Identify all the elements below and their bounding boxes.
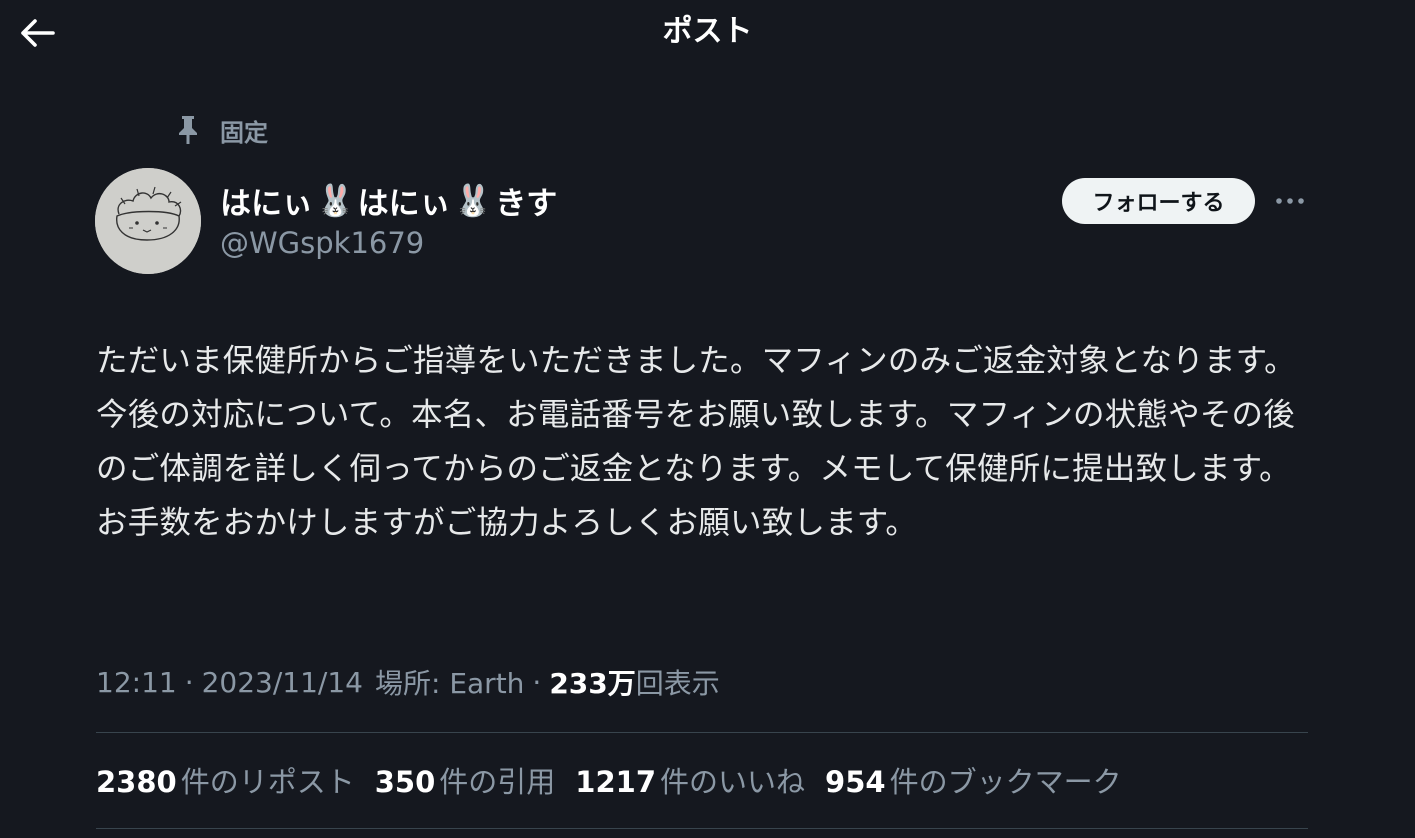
top-bar: ポスト	[0, 0, 1415, 66]
author-display-name[interactable]: はにぃ 🐰 はにぃ 🐰 きす	[220, 178, 557, 222]
views-count: 233万	[549, 667, 636, 700]
divider	[96, 732, 1308, 733]
engagement-stats: 2380 件のリポスト 350 件の引用 1217 件のいいね 954 件のブッ…	[96, 756, 1142, 804]
bookmarks-label: 件のブックマーク	[889, 765, 1122, 799]
reposts-stat[interactable]: 2380 件のリポスト	[96, 759, 355, 801]
bookmarks-stat[interactable]: 954 件のブックマーク	[825, 759, 1122, 801]
divider	[96, 828, 1308, 829]
avatar[interactable]	[95, 168, 201, 274]
post-text: ただいま保健所からご指導をいただきました。マフィンのみご返金対象となります。今後…	[96, 343, 1296, 541]
reposts-label: 件のリポスト	[180, 765, 355, 799]
likes-count: 1217	[575, 765, 657, 799]
more-horizontal-icon	[1276, 198, 1304, 204]
name-part-1: はにぃ	[220, 185, 313, 222]
page-title: ポスト	[662, 14, 753, 49]
likes-stat[interactable]: 1217 件のいいね	[575, 759, 805, 801]
pinned-indicator: 固定	[174, 112, 268, 148]
reposts-count: 2380	[96, 765, 177, 799]
quotes-label: 件の引用	[439, 765, 556, 799]
avatar-image	[95, 168, 201, 274]
bookmarks-count: 954	[825, 765, 886, 799]
name-part-2: はにぃ	[357, 185, 451, 222]
quotes-stat[interactable]: 350 件の引用	[375, 759, 556, 801]
name-part-3: きす	[495, 185, 558, 222]
post-location: 場所: Earth	[375, 667, 525, 700]
views-label: 回表示	[635, 667, 720, 700]
author-handle[interactable]: @WGspk1679	[220, 224, 424, 262]
rabbit-emoji-icon: 🐰	[316, 182, 355, 219]
more-button[interactable]	[1270, 186, 1310, 216]
pin-icon	[179, 116, 197, 144]
separator-dot: ·	[184, 665, 194, 699]
quotes-count: 350	[374, 765, 436, 799]
post-detail-page: ポスト 固定 はにぃ 🐰 はにぃ 🐰 きす @WGspk1679 フォローする	[0, 0, 1415, 838]
pinned-label: 固定	[220, 118, 268, 147]
post-time[interactable]: 12:11	[96, 666, 177, 699]
post-meta: 12:11 · 2023/11/14 場所: Earth · 233万 回表示	[96, 660, 720, 704]
separator-dot: ·	[532, 665, 542, 699]
likes-label: 件のいいね	[660, 765, 806, 799]
rabbit-emoji-icon: 🐰	[453, 182, 493, 219]
follow-button[interactable]: フォローする	[1062, 178, 1255, 224]
post-date[interactable]: 2023/11/14	[202, 666, 363, 699]
